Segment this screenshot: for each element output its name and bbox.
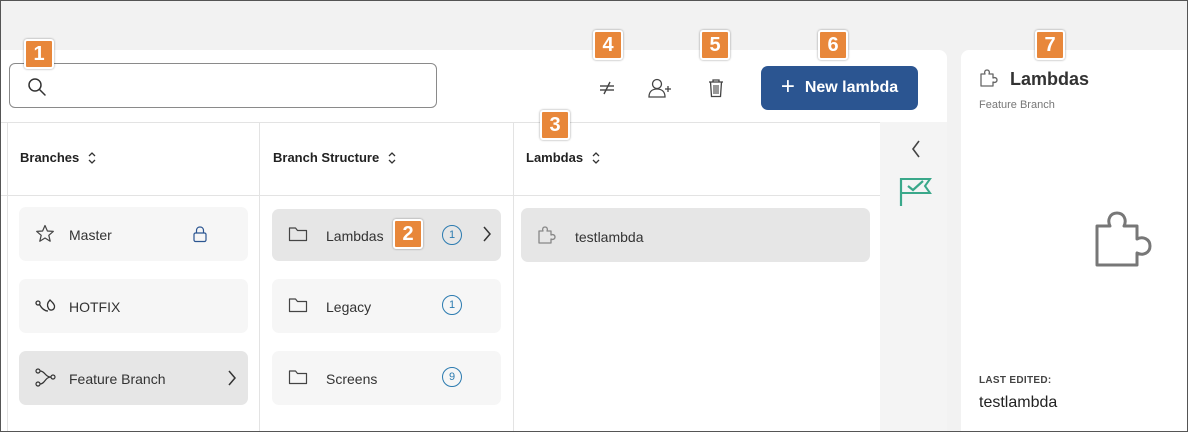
add-user-icon[interactable] [647,75,673,101]
branch-item-feature-branch[interactable]: Feature Branch [19,351,248,405]
branches-column-header[interactable]: Branches [20,150,97,165]
details-title: Lambdas [1010,69,1090,89]
details-subtitle: Feature Branch [979,99,1055,111]
chevron-left-icon[interactable] [910,139,922,159]
puzzle-icon [980,69,998,87]
search-box[interactable] [9,63,437,108]
branch-icon [35,368,56,387]
structure-item-lambdas[interactable]: Lambdas 1 [272,209,501,261]
chevron-right-icon [228,370,236,386]
sort-icon[interactable] [591,151,601,165]
callout-marker: 7 [1035,30,1065,60]
search-input[interactable] [56,72,426,100]
count-badge: 1 [442,295,462,315]
lambda-item-label: testlambda [575,229,644,245]
callout-marker: 2 [393,219,423,249]
lambdas-header-label: Lambdas [526,150,584,165]
not-equal-icon[interactable] [594,75,620,101]
lock-icon [193,226,207,243]
column-divider [7,123,8,432]
new-lambda-label: New lambda [804,79,899,96]
callout-marker: 3 [540,110,570,140]
star-icon [36,224,54,242]
grid-header-divider [0,195,880,196]
last-edited-label: LAST EDITED: [979,375,1052,386]
callout-marker: 1 [24,39,54,69]
folder-icon [288,370,308,385]
flag-check-icon[interactable] [898,176,932,208]
branches-header-label: Branches [20,150,80,165]
count-badge: 1 [442,225,462,245]
branch-item-master[interactable]: Master [19,207,248,261]
callout-marker: 6 [818,30,848,60]
branch-item-hotfix[interactable]: HOTFIX [19,279,248,333]
structure-header-label: Branch Structure [273,150,380,165]
lambda-item-testlambda[interactable]: testlambda [521,208,870,262]
structure-item-screens[interactable]: Screens 9 [272,351,501,405]
folder-icon [288,298,308,313]
grid-top-divider [0,122,880,123]
structure-item-label: Lambdas [326,228,384,244]
last-edited-value: testlambda [979,394,1058,411]
structure-item-label: Screens [326,371,378,387]
callout-marker: 4 [593,30,623,60]
structure-column-header[interactable]: Branch Structure [273,150,397,165]
hotfix-icon [35,299,56,312]
structure-item-label: Legacy [326,299,372,315]
side-strip [880,122,947,432]
callout-marker: 5 [700,30,730,60]
column-divider [259,123,260,432]
search-icon [28,78,46,96]
puzzle-large-icon [1095,211,1152,267]
trash-icon[interactable] [703,75,729,101]
sort-icon[interactable] [87,151,97,165]
branch-item-label: Master [69,227,112,243]
new-lambda-button[interactable]: + New lambda [761,66,918,110]
lambdas-column-header[interactable]: Lambdas [526,150,601,165]
branch-item-label: HOTFIX [69,299,121,315]
puzzle-icon [538,226,556,244]
branch-item-label: Feature Branch [69,371,166,387]
sort-icon[interactable] [387,151,397,165]
count-badge: 9 [442,367,462,387]
folder-icon [288,227,308,242]
structure-item-legacy[interactable]: Legacy 1 [272,279,501,333]
chevron-right-icon [483,226,491,242]
column-divider [513,123,514,432]
plus-icon: + [780,73,795,100]
